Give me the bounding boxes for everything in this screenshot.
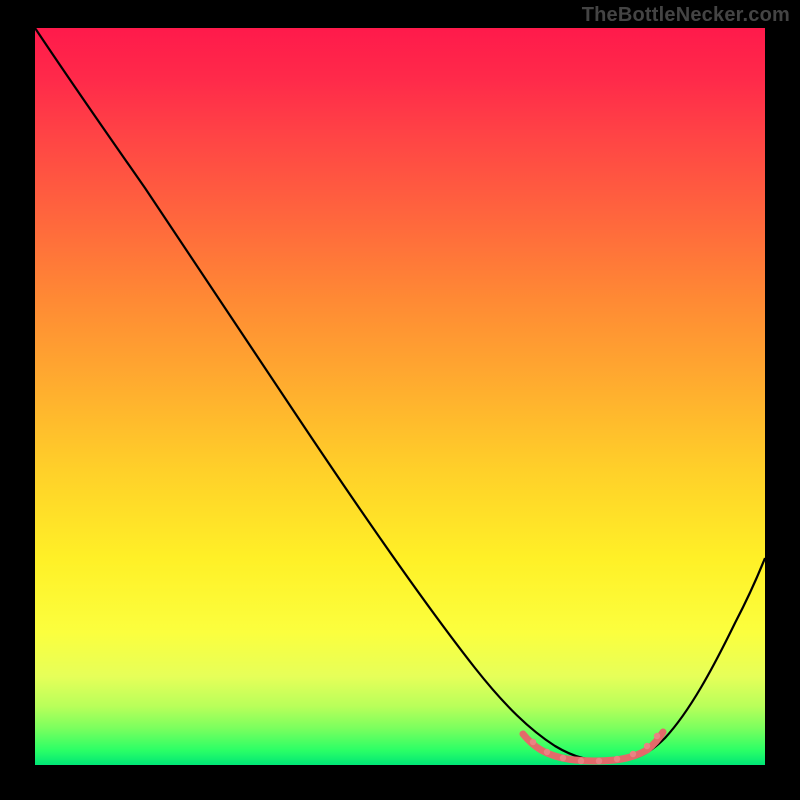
chart-frame: TheBottleNecker.com [0,0,800,800]
attribution-watermark: TheBottleNecker.com [582,4,790,27]
plot-background-gradient [35,28,765,765]
